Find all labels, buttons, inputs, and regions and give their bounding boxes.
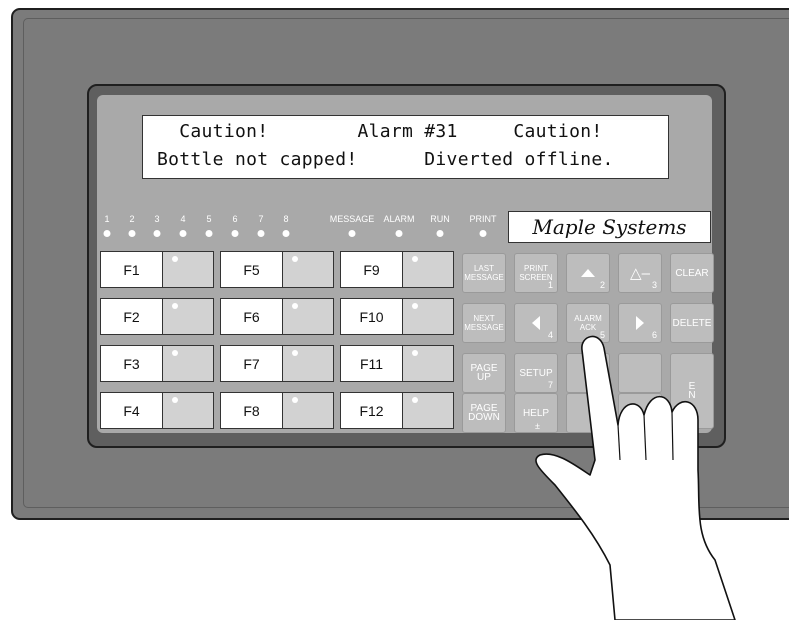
led-label-6: 6 [232, 214, 238, 224]
f11-legend-pad[interactable] [402, 345, 454, 382]
f10-led [412, 303, 418, 309]
f6-led [292, 303, 298, 309]
page-up-key[interactable]: PAGE UP [462, 353, 506, 393]
f7-led [292, 350, 298, 356]
f12-key[interactable]: F12 [340, 392, 403, 429]
triangle-minus-key[interactable]: △– 3 [618, 253, 662, 293]
led-label-2: 2 [129, 214, 135, 224]
message-led [348, 230, 356, 237]
next-message-label-1: NEXT [473, 314, 495, 323]
alarm-led-label: ALARM [383, 214, 415, 224]
f4-key[interactable]: F4 [100, 392, 163, 429]
f8-led [292, 397, 298, 403]
next-message-key[interactable]: NEXT MESSAGE [462, 303, 506, 343]
f3-led [172, 350, 178, 356]
lcd-line-2: Bottle not capped! Diverted offline. [157, 149, 614, 170]
led-7 [257, 230, 265, 237]
f5-led [292, 256, 298, 262]
f10-legend-pad[interactable] [402, 298, 454, 335]
message-led-label: MESSAGE [329, 214, 375, 224]
f9-key[interactable]: F9 [340, 251, 403, 288]
f1-legend-pad[interactable] [162, 251, 214, 288]
print-screen-label-1: PRINT [524, 264, 548, 273]
last-message-label-2: MESSAGE [464, 273, 504, 282]
led-label-3: 3 [154, 214, 160, 224]
f12-led [412, 397, 418, 403]
f1-led [172, 256, 178, 262]
f3-key[interactable]: F3 [100, 345, 163, 382]
print-screen-num: 1 [547, 280, 553, 290]
lcd-line-1: Caution! Alarm #31 Caution! [157, 121, 603, 142]
led-3 [153, 230, 161, 237]
next-message-label-2: MESSAGE [464, 323, 504, 332]
f6-legend-pad[interactable] [282, 298, 334, 335]
f6-key[interactable]: F6 [220, 298, 283, 335]
f4-led [172, 397, 178, 403]
f11-led [412, 350, 418, 356]
f4-legend-pad[interactable] [162, 392, 214, 429]
f7-legend-pad[interactable] [282, 345, 334, 382]
run-led-label: RUN [430, 214, 450, 224]
f2-key[interactable]: F2 [100, 298, 163, 335]
f5-legend-pad[interactable] [282, 251, 334, 288]
led-label-1: 1 [104, 214, 110, 224]
last-message-key[interactable]: LAST MESSAGE [462, 253, 506, 293]
f10-key[interactable]: F10 [340, 298, 403, 335]
f3-legend-pad[interactable] [162, 345, 214, 382]
led-1 [103, 230, 111, 237]
print-led-label: PRINT [469, 214, 497, 224]
led-2 [128, 230, 136, 237]
clear-label: CLEAR [675, 267, 709, 279]
up-arrow-num: 2 [599, 280, 605, 290]
print-screen-key[interactable]: PRINT SCREEN 1 [514, 253, 558, 293]
page-down-label-2: DOWN [468, 412, 500, 423]
f8-legend-pad[interactable] [282, 392, 334, 429]
f2-legend-pad[interactable] [162, 298, 214, 335]
f7-key[interactable]: F7 [220, 345, 283, 382]
led-4 [179, 230, 187, 237]
page-down-key[interactable]: PAGE DOWN [462, 393, 506, 433]
triangle-minus-num: 3 [651, 280, 657, 290]
maple-systems-logo: Maple Systems [508, 211, 711, 243]
up-arrow-key[interactable]: 2 [566, 253, 610, 293]
f12-legend-pad[interactable] [402, 392, 454, 429]
led-label-8: 8 [283, 214, 289, 224]
triangle-minus-icon: △– [630, 264, 650, 282]
led-8 [282, 230, 290, 237]
f9-legend-pad[interactable] [402, 251, 454, 288]
f8-key[interactable]: F8 [220, 392, 283, 429]
f2-led [172, 303, 178, 309]
f5-key[interactable]: F5 [220, 251, 283, 288]
led-label-5: 5 [206, 214, 212, 224]
led-label-7: 7 [258, 214, 264, 224]
lcd-display: Caution! Alarm #31 Caution! Bottle not c… [142, 115, 669, 179]
f1-key[interactable]: F1 [100, 251, 163, 288]
up-arrow-icon [581, 269, 595, 277]
led-5 [205, 230, 213, 237]
f9-led [412, 256, 418, 262]
clear-key[interactable]: CLEAR [670, 253, 714, 293]
f11-key[interactable]: F11 [340, 345, 403, 382]
print-led [479, 230, 487, 237]
pointing-hand-illustration [535, 335, 736, 620]
page-up-label-2: UP [477, 372, 491, 383]
run-led [436, 230, 444, 237]
led-6 [231, 230, 239, 237]
alarm-led [395, 230, 403, 237]
last-message-label-1: LAST [473, 264, 494, 273]
led-label-4: 4 [180, 214, 186, 224]
